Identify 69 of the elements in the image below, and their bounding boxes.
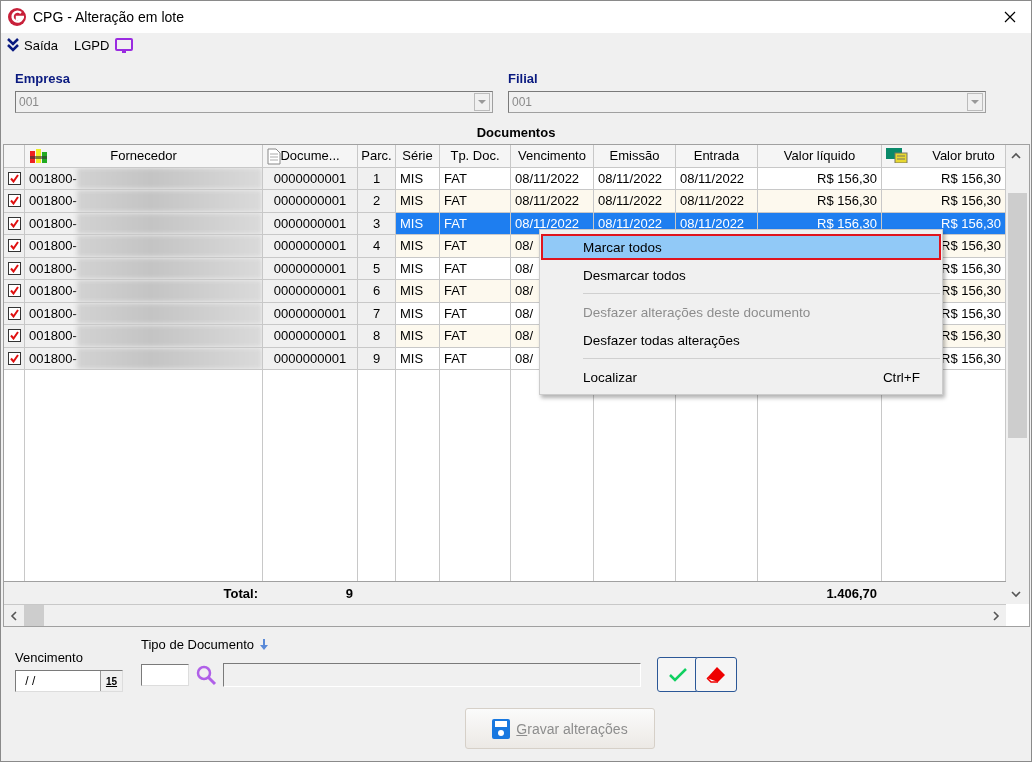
table-cell: 0000000001 — [263, 347, 358, 370]
column-header[interactable]: Tp. Doc. — [440, 145, 511, 168]
table-cell: 001800- — [29, 193, 77, 209]
table-cell: 0000000001 — [263, 235, 358, 258]
table-cell: 001800- — [29, 238, 77, 254]
total-label: Total: — [222, 584, 259, 603]
column-header[interactable]: Parc. — [358, 145, 396, 168]
table-cell: 9 — [358, 347, 396, 370]
table-cell: FAT — [440, 347, 511, 370]
column-header[interactable]: Entrada — [676, 145, 758, 168]
table-cell: MIS — [396, 347, 440, 370]
table-cell: FAT — [440, 190, 511, 213]
table-cell: 0000000001 — [263, 325, 358, 348]
table-cell: 3 — [358, 212, 396, 235]
grid-title: Documentos — [475, 124, 557, 142]
calendar-button[interactable]: 15 — [100, 671, 122, 691]
table-row[interactable]: 001800- 0000000001 2 MIS FAT 08/11/2022 08/11/2022 08/11/2022 R$ 156,30 R$ 156,30 — [4, 190, 1006, 213]
table-cell: 001800- — [29, 328, 77, 344]
table-cell: R$ 156,30 — [758, 190, 882, 213]
table-cell: MIS — [396, 190, 440, 213]
table-cell: FAT — [440, 325, 511, 348]
field-label: Empresa — [15, 71, 71, 86]
table-cell: 8 — [358, 325, 396, 348]
total-count: 9 — [344, 584, 354, 603]
table-cell: 1 — [358, 167, 396, 190]
table-cell: MIS — [396, 280, 440, 303]
table-cell: 4 — [358, 235, 396, 258]
table-cell: FAT — [440, 212, 511, 235]
window-title: CPG - Alteração em lote — [33, 9, 185, 25]
table-cell: 001800- — [29, 170, 77, 186]
table-cell: 001800- — [29, 215, 77, 231]
lgpd-button[interactable]: LGPD — [74, 36, 135, 54]
table-cell: 6 — [358, 280, 396, 303]
table-cell: 0000000001 — [263, 257, 358, 280]
field-label: Vencimento — [15, 650, 84, 665]
table-cell: 0000000001 — [263, 280, 358, 303]
table-cell: 0000000001 — [263, 302, 358, 325]
column-header[interactable]: Fornecedor — [25, 145, 263, 168]
table-cell: 0000000001 — [263, 190, 358, 213]
table-cell: 0000000001 — [263, 167, 358, 190]
table-cell: 0000000001 — [263, 212, 358, 235]
table-cell: MIS — [396, 325, 440, 348]
table-cell: FAT — [440, 280, 511, 303]
table-cell: 001800- — [29, 260, 77, 276]
column-header[interactable]: Vencimento — [511, 145, 594, 168]
table-cell: 001800- — [29, 305, 77, 321]
table-cell: 001800- — [29, 283, 77, 299]
table-cell: 08/11/2022 — [511, 190, 594, 213]
table-cell: 08/11/2022 — [594, 190, 676, 213]
column-header[interactable]: Série — [396, 145, 440, 168]
table-row[interactable]: 001800- 0000000001 1 MIS FAT 08/11/2022 08/11/2022 08/11/2022 R$ 156,30 R$ 156,30 — [4, 167, 1006, 190]
table-cell: MIS — [396, 235, 440, 258]
date-field[interactable]: / / 15 — [15, 670, 123, 692]
total-value: 1.406,70 — [825, 584, 878, 603]
table-cell: 7 — [358, 302, 396, 325]
column-header[interactable]: Emissão — [594, 145, 676, 168]
table-cell: 08/11/2022 — [676, 190, 758, 213]
table-cell: 001800- — [29, 350, 77, 366]
table-cell: FAT — [440, 235, 511, 258]
exit-button[interactable]: Saída — [7, 37, 58, 53]
table-cell: 2 — [358, 190, 396, 213]
table-cell: MIS — [396, 212, 440, 235]
column-header[interactable]: Valor líquido — [758, 145, 882, 168]
column-header[interactable]: Docume... — [263, 145, 358, 168]
column-header[interactable]: Valor bruto — [882, 145, 1006, 168]
table-cell: 5 — [358, 257, 396, 280]
field-label: Tipo de Documento — [141, 637, 254, 652]
field-label: Filial — [508, 71, 539, 86]
menu-item[interactable]: Marcar todos — [542, 235, 940, 259]
